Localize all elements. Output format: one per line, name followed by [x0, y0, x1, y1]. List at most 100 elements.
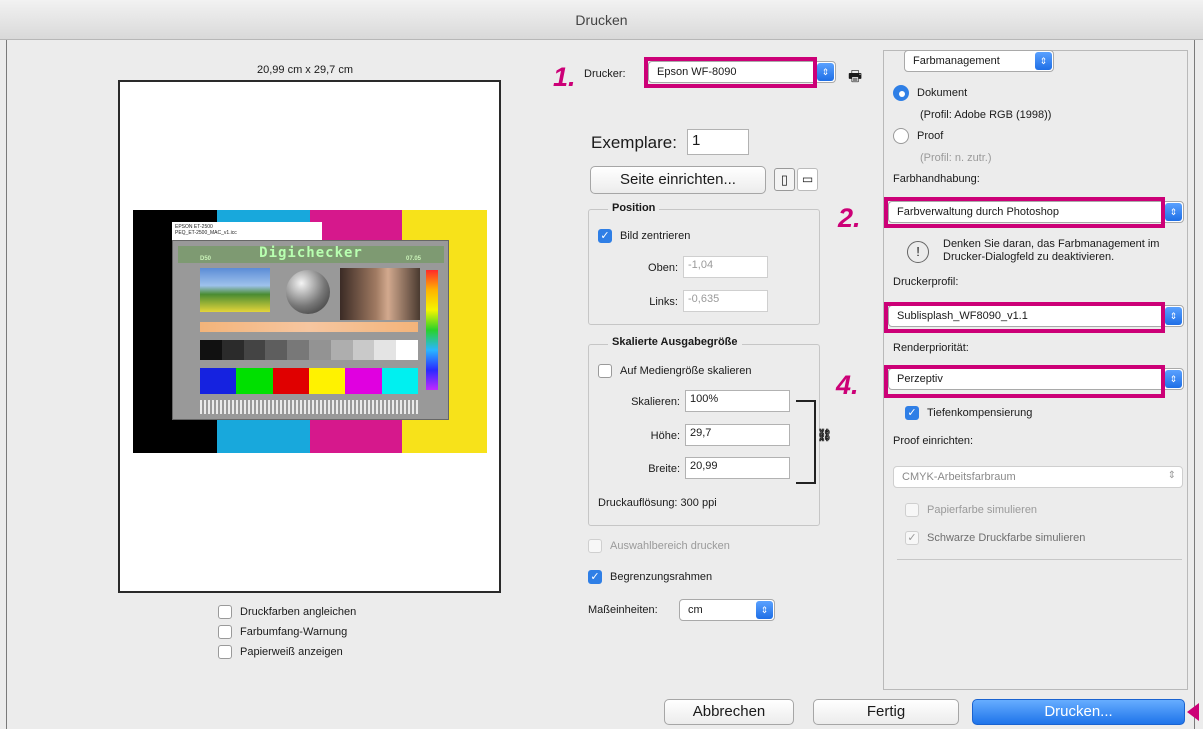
checkbox[interactable]	[588, 539, 602, 553]
paper-color-label: Papierfarbe simulieren	[927, 504, 1038, 516]
proof-setup-select[interactable]: CMYK-Arbeitsfarbraum ⇕	[893, 466, 1183, 488]
rendering-intent-label: Renderpriorität:	[893, 342, 969, 354]
radio-selected[interactable]	[893, 85, 909, 101]
printer-icon[interactable]: 🖶	[848, 66, 862, 91]
chevron-updown-icon: ⇕	[1165, 307, 1182, 325]
printer-profile-label: Druckerprofil:	[893, 276, 959, 288]
chart-title: Digichecker	[259, 245, 363, 261]
checkmark-icon[interactable]: ✓	[588, 570, 602, 584]
skin-tone-bar	[200, 322, 418, 332]
chevron-updown-icon: ⇕	[756, 601, 773, 619]
window-title: Drucken	[575, 12, 628, 28]
chart-label-line2: PEQ_ET-2500_MAC_v1.icc	[175, 230, 237, 236]
page-setup-button[interactable]: Seite einrichten...	[590, 166, 766, 194]
checkbox[interactable]	[598, 364, 612, 378]
checkbox[interactable]	[218, 645, 232, 659]
fine-print-area	[200, 400, 418, 414]
preview-options: Druckfarben angleichen Farbumfang-Warnun…	[218, 602, 356, 662]
portrait-photo	[340, 268, 420, 320]
chain-link-icon[interactable]: ⛓	[817, 428, 832, 442]
print-resolution: Druckauflösung: 300 ppi	[598, 497, 717, 509]
option-match-colors[interactable]: Druckfarben angleichen	[218, 602, 356, 622]
proof-profile: (Profil: n. zutr.)	[920, 152, 992, 164]
center-image-option[interactable]: ✓ Bild zentrieren	[598, 229, 690, 243]
option-paper-white[interactable]: Papierweiß anzeigen	[218, 642, 356, 662]
step-1-marker: 1.	[553, 62, 576, 92]
link-bracket	[796, 400, 816, 484]
print-selection-option[interactable]: Auswahlbereich drucken	[588, 539, 730, 553]
highlight-color-handling	[884, 197, 1165, 228]
scale-label: Skalieren:	[631, 396, 680, 408]
proof-label: Proof	[917, 130, 944, 142]
paper-size-label: 20,99 cm x 29,7 cm	[257, 64, 353, 76]
rainbow-bar	[426, 270, 438, 390]
color-handling-label: Farbhandhabung:	[893, 173, 980, 185]
radio-unselected[interactable]	[893, 128, 909, 144]
center-image-label: Bild zentrieren	[620, 230, 691, 242]
document-radio-option[interactable]: Dokument	[893, 85, 967, 101]
color-patches	[200, 368, 418, 394]
document-label: Dokument	[917, 87, 968, 99]
section-select[interactable]: Farbmanagement ⇕	[904, 50, 1054, 72]
scaled-size-title: Skalierte Ausgabegröße	[608, 336, 742, 348]
proof-radio-option[interactable]: Proof	[893, 128, 943, 144]
units-select[interactable]: cm ⇕	[679, 599, 775, 621]
section-value: Farbmanagement	[913, 55, 1000, 67]
print-button[interactable]: Drucken...	[972, 699, 1185, 725]
left-label: Links:	[649, 296, 678, 308]
units-label: Maßeinheiten:	[588, 604, 658, 616]
bpc-label: Tiefenkompensierung	[927, 407, 1033, 419]
highlight-printer	[644, 57, 817, 88]
checkbox[interactable]	[218, 605, 232, 619]
checkbox[interactable]	[218, 625, 232, 639]
chart-profile-label: EPSON ET-2500 PEQ_ET-2500_MAC_v1.icc	[172, 222, 322, 240]
black-ink-option[interactable]: ✓ Schwarze Druckfarbe simulieren	[905, 531, 1085, 545]
bounding-box-label: Begrenzungsrahmen	[610, 571, 713, 583]
landscape-orientation-icon[interactable]: ▭	[797, 168, 818, 191]
highlight-rendering-intent	[884, 365, 1165, 398]
left-input[interactable]: -0,635	[683, 290, 768, 312]
print-selection-label: Auswahlbereich drucken	[610, 540, 730, 552]
proof-setup-label: Proof einrichten:	[893, 435, 974, 447]
done-button[interactable]: Fertig	[813, 699, 959, 725]
left-border	[6, 40, 7, 729]
option-label: Papierweiß anzeigen	[240, 646, 343, 658]
chart-tag-right: 07.05	[406, 256, 422, 262]
grayscale-patches	[200, 340, 418, 360]
position-title: Position	[608, 202, 660, 214]
fit-media-option[interactable]: Auf Mediengröße skalieren	[598, 364, 751, 378]
scale-input[interactable]: 100%	[685, 390, 790, 412]
cancel-button[interactable]: Abbrechen	[664, 699, 794, 725]
black-ink-label: Schwarze Druckfarbe simulieren	[927, 532, 1086, 544]
portrait-orientation-icon[interactable]: ▯	[774, 168, 795, 191]
highlight-printer-profile	[884, 302, 1165, 333]
warning-icon: !	[907, 241, 929, 263]
bpc-option[interactable]: ✓ Tiefenkompensierung	[905, 406, 1032, 420]
width-input[interactable]: 20,99	[685, 457, 790, 479]
step-4-marker: 4.	[836, 370, 859, 400]
checkmark-icon[interactable]: ✓	[598, 229, 612, 243]
checkmark-icon[interactable]: ✓	[905, 406, 919, 420]
color-warning-text: Denken Sie daran, das Farbmanagement im …	[943, 238, 1160, 263]
chevron-updown-icon: ⇕	[1165, 203, 1182, 221]
chart-tag-left: D50	[200, 256, 212, 262]
arrow-pointer-icon	[1187, 703, 1199, 721]
option-label: Farbumfang-Warnung	[240, 626, 348, 638]
copies-input[interactable]: 1	[687, 129, 749, 155]
chevron-updown-icon: ⇕	[817, 63, 834, 81]
bounding-box-option[interactable]: ✓ Begrenzungsrahmen	[588, 570, 712, 584]
option-gamut-warning[interactable]: Farbumfang-Warnung	[218, 622, 356, 642]
gray-sphere	[286, 270, 330, 314]
paper-color-option[interactable]: Papierfarbe simulieren	[905, 503, 1037, 517]
width-label: Breite:	[648, 463, 680, 475]
step-2-marker: 2.	[838, 203, 861, 233]
units-value: cm	[688, 604, 703, 616]
document-profile: (Profil: Adobe RGB (1998))	[920, 109, 1052, 121]
top-input[interactable]: -1,04	[683, 256, 768, 278]
checkbox[interactable]	[905, 503, 919, 517]
checkmark-icon[interactable]: ✓	[905, 531, 919, 545]
chevron-updown-icon: ⇕	[1035, 52, 1052, 70]
height-input[interactable]: 29,7	[685, 424, 790, 446]
printer-label: Drucker:	[584, 68, 626, 80]
proof-setup-value: CMYK-Arbeitsfarbraum	[902, 471, 1016, 483]
